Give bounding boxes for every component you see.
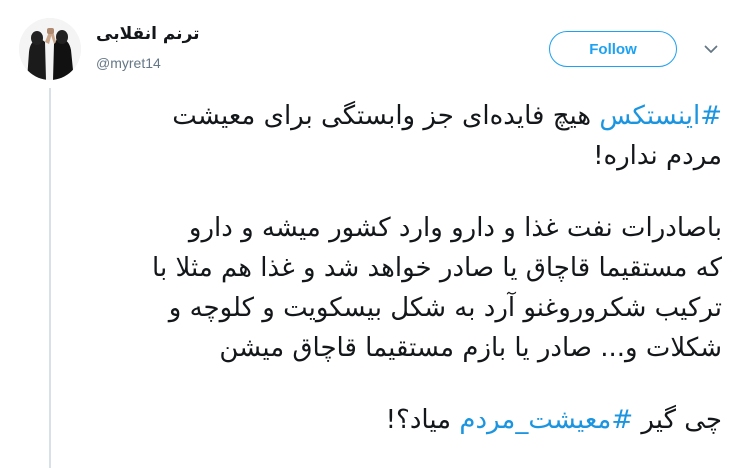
tweet-text: #اینستکس هیچ فایده‌ای جز وابستگی برای مع…: [62, 96, 722, 440]
tweet-line: مردم نداره!: [593, 141, 722, 171]
follow-button[interactable]: Follow: [549, 31, 677, 67]
tweet-line: باصادرات نفت غذا و دارو وارد کشور میشه و…: [188, 213, 722, 243]
tweet-line: چی گیر #معیشت_مردم میاد؟!: [62, 400, 722, 440]
thread-connector-line: [49, 88, 51, 468]
tweet-line: ترکیب شکروروغنو آرد به شکل بیسکویت و کلو…: [168, 293, 722, 323]
tweet-line: که مستقیما قاچاق یا صادر خواهد شد و غذا …: [152, 253, 722, 283]
tweet-line-text: میاد؟!: [385, 405, 460, 435]
chevron-down-icon[interactable]: [700, 40, 722, 58]
avatar[interactable]: [19, 18, 81, 80]
tweet-card: ترنم انقلابی @myret14 Follow #اینستکس هی…: [0, 0, 750, 468]
display-name[interactable]: ترنم انقلابی: [96, 24, 200, 44]
tweet-line: شکلات و... صادر یا بازم مستقیما قاچاق می…: [219, 333, 722, 363]
hashtag-link[interactable]: #اینستکس: [599, 101, 722, 131]
user-handle[interactable]: @myret14: [96, 55, 161, 71]
tweet-line-text: هیچ فایده‌ای جز وابستگی برای معیشت: [172, 101, 600, 131]
avatar-image: [19, 18, 81, 80]
tweet-line-text: چی گیر: [633, 405, 722, 435]
hashtag-link[interactable]: #معیشت_مردم: [459, 405, 633, 435]
tweet-line: #اینستکس هیچ فایده‌ای جز وابستگی برای مع…: [62, 96, 722, 136]
